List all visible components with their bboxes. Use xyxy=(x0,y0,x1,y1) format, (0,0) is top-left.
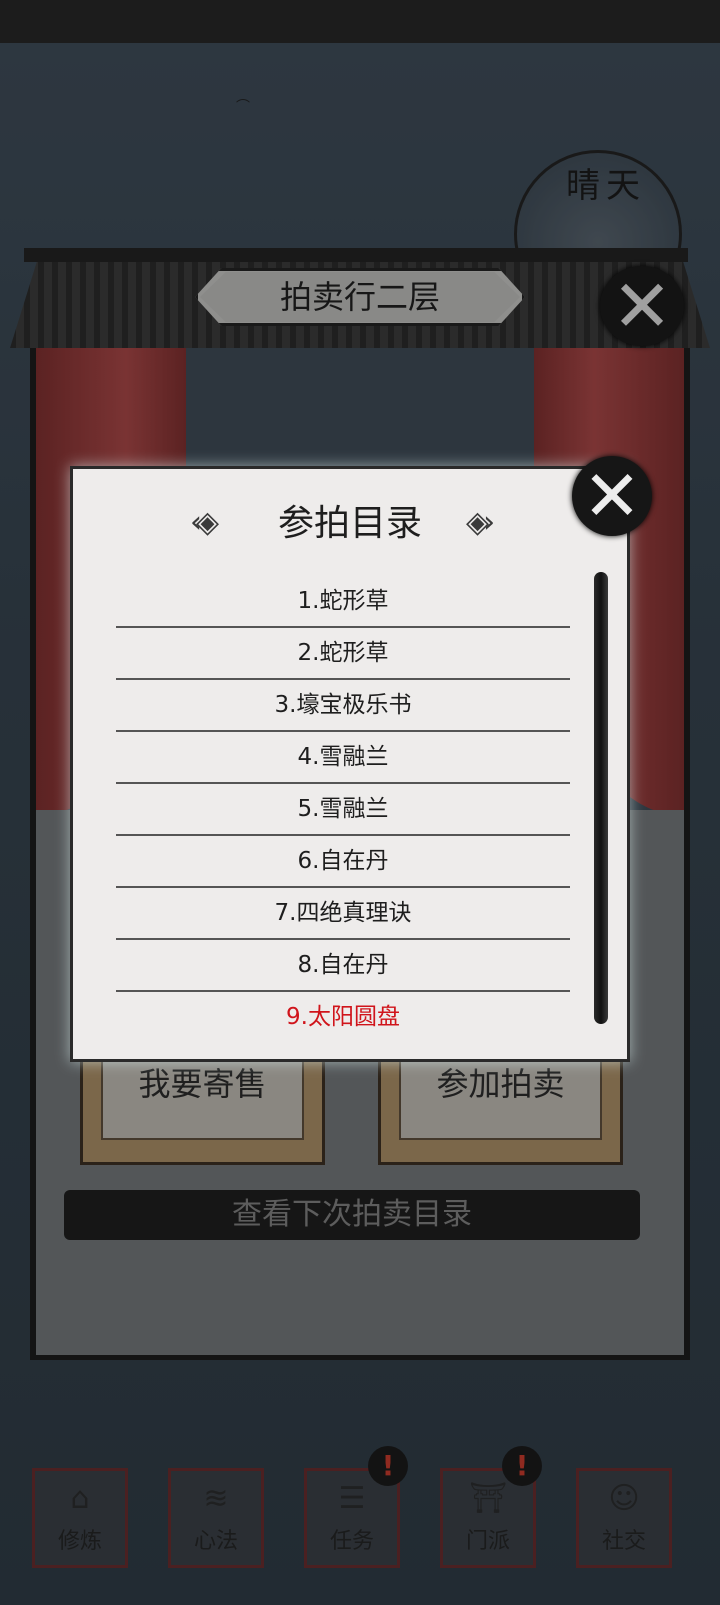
list-item[interactable]: 7.四绝真理诀 xyxy=(116,888,570,940)
list-item[interactable]: 6.自在丹 xyxy=(116,836,570,888)
list-item[interactable]: 8.自在丹 xyxy=(116,940,570,992)
list-item[interactable]: 5.雪融兰 xyxy=(116,784,570,836)
list-item[interactable]: 2.蛇形草 xyxy=(116,628,570,680)
catalog-scrollbar[interactable] xyxy=(594,572,608,1024)
list-item[interactable]: 3.壕宝极乐书 xyxy=(116,680,570,732)
catalog-list: 1.蛇形草 2.蛇形草 3.壕宝极乐书 4.雪融兰 5.雪融兰 6.自在丹 7.… xyxy=(116,576,570,1044)
popup-title: 参拍目录 xyxy=(277,503,422,544)
popup-close-button[interactable]: ✕ xyxy=(572,456,652,536)
close-icon: ✕ xyxy=(582,455,642,537)
status-bar xyxy=(0,0,720,43)
list-item[interactable]: 4.雪融兰 xyxy=(116,732,570,784)
list-item-highlighted[interactable]: 9.太阳圆盘 xyxy=(116,992,570,1044)
list-item[interactable]: 1.蛇形草 xyxy=(116,576,570,628)
